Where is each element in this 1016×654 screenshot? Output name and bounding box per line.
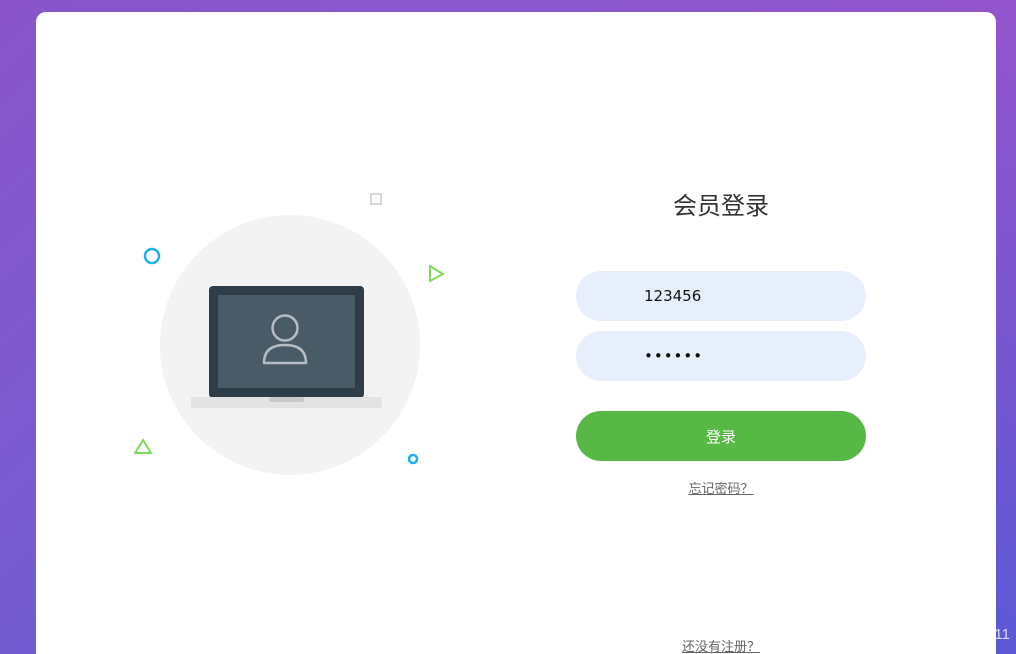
forgot-password-link[interactable]: 忘记密码？	[576, 478, 866, 497]
username-input[interactable]	[576, 271, 866, 321]
login-card: 会员登录 登录 忘记密码？ 还没有注册？	[36, 12, 996, 654]
decor-triangle-right-icon	[429, 264, 446, 283]
decor-circle-icon	[143, 247, 161, 265]
laptop-user-icon	[191, 286, 382, 408]
decor-triangle-up-icon	[133, 438, 153, 454]
login-title: 会员登录	[673, 192, 769, 220]
login-button[interactable]: 登录	[576, 411, 866, 461]
decor-small-circle-icon	[407, 453, 419, 465]
decor-square-icon	[370, 193, 382, 205]
password-input[interactable]	[576, 331, 866, 381]
watermark-text: https://blog.csdn.net/qq_44032411	[780, 626, 1010, 643]
